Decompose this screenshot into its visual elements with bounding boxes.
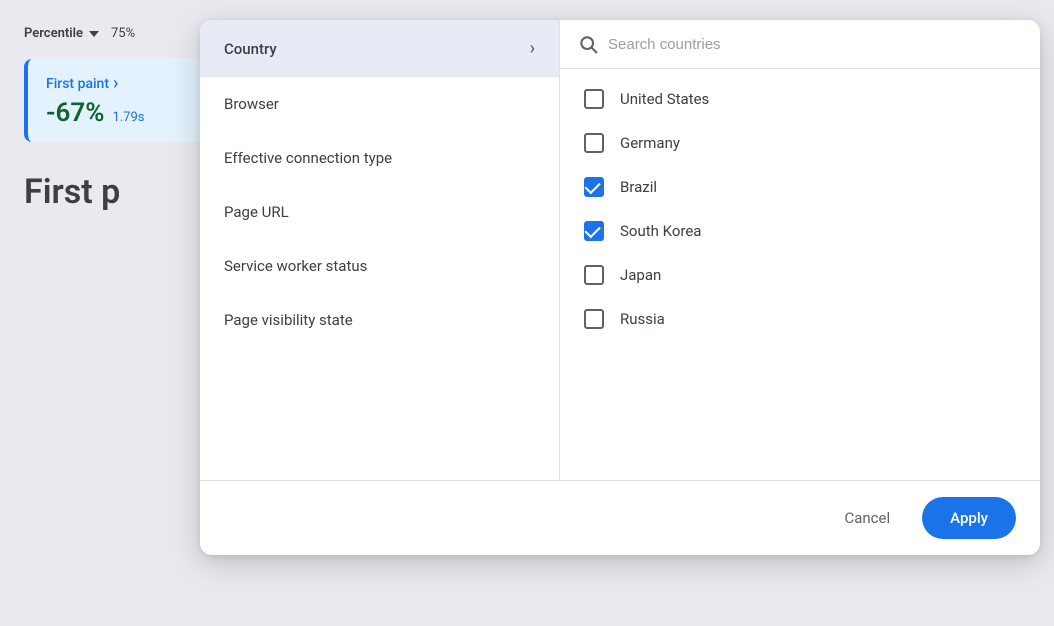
search-countries-input[interactable] xyxy=(608,36,1022,53)
menu-item-service-worker[interactable]: Service worker status xyxy=(200,239,559,293)
list-item[interactable]: Brazil xyxy=(560,165,1040,209)
first-paint-change: -67% xyxy=(46,98,104,128)
filter-category-list: Country › Browser Effective connection t… xyxy=(200,20,560,480)
country-name-de: Germany xyxy=(620,134,680,152)
dialog-body: Country › Browser Effective connection t… xyxy=(200,20,1040,480)
search-icon xyxy=(578,34,598,54)
chevron-right-icon: › xyxy=(530,38,535,59)
country-name-kr: South Korea xyxy=(620,222,701,240)
countries-list: United States Germany Brazil South Korea xyxy=(560,69,1040,480)
menu-item-country-label: Country xyxy=(224,40,277,58)
menu-item-country[interactable]: Country › xyxy=(200,20,559,77)
first-paint-time: 1.79s xyxy=(112,110,144,125)
list-item[interactable]: South Korea xyxy=(560,209,1040,253)
country-checkbox-jp[interactable] xyxy=(584,265,604,285)
list-item[interactable]: Japan xyxy=(560,253,1040,297)
chevron-down-icon xyxy=(89,31,99,37)
country-checkbox-ru[interactable] xyxy=(584,309,604,329)
country-name-ru: Russia xyxy=(620,310,665,328)
menu-item-page-url-label: Page URL xyxy=(224,203,289,221)
country-checkbox-de[interactable] xyxy=(584,133,604,153)
country-checkbox-br[interactable] xyxy=(584,177,604,197)
list-item[interactable]: Russia xyxy=(560,297,1040,341)
percentile-label: Percentile xyxy=(24,26,83,41)
menu-item-page-url[interactable]: Page URL xyxy=(200,185,559,239)
country-name-br: Brazil xyxy=(620,178,657,196)
apply-button[interactable]: Apply xyxy=(922,497,1016,539)
filter-options-panel: United States Germany Brazil South Korea xyxy=(560,20,1040,480)
menu-item-page-visibility-label: Page visibility state xyxy=(224,311,353,329)
country-name-us: United States xyxy=(620,90,709,108)
menu-item-service-worker-label: Service worker status xyxy=(224,257,367,275)
menu-item-connection-label: Effective connection type xyxy=(224,149,392,167)
menu-item-page-visibility[interactable]: Page visibility state xyxy=(200,293,559,347)
menu-item-browser-label: Browser xyxy=(224,95,279,113)
first-paint-label: First paint › xyxy=(46,73,216,94)
menu-item-connection[interactable]: Effective connection type xyxy=(200,131,559,185)
list-item[interactable]: Germany xyxy=(560,121,1040,165)
search-bar xyxy=(560,20,1040,69)
arrow-icon: › xyxy=(113,73,118,94)
dialog-footer: Cancel Apply xyxy=(200,480,1040,555)
list-item[interactable]: United States xyxy=(560,77,1040,121)
country-checkbox-kr[interactable] xyxy=(584,221,604,241)
first-paint-stats: -67% 1.79s xyxy=(46,98,216,128)
menu-item-browser[interactable]: Browser xyxy=(200,77,559,131)
cancel-button[interactable]: Cancel xyxy=(824,499,910,537)
percentile-value: 75% xyxy=(111,26,135,41)
filter-dialog: Country › Browser Effective connection t… xyxy=(200,20,1040,555)
country-name-jp: Japan xyxy=(620,266,661,284)
country-checkbox-us[interactable] xyxy=(584,89,604,109)
